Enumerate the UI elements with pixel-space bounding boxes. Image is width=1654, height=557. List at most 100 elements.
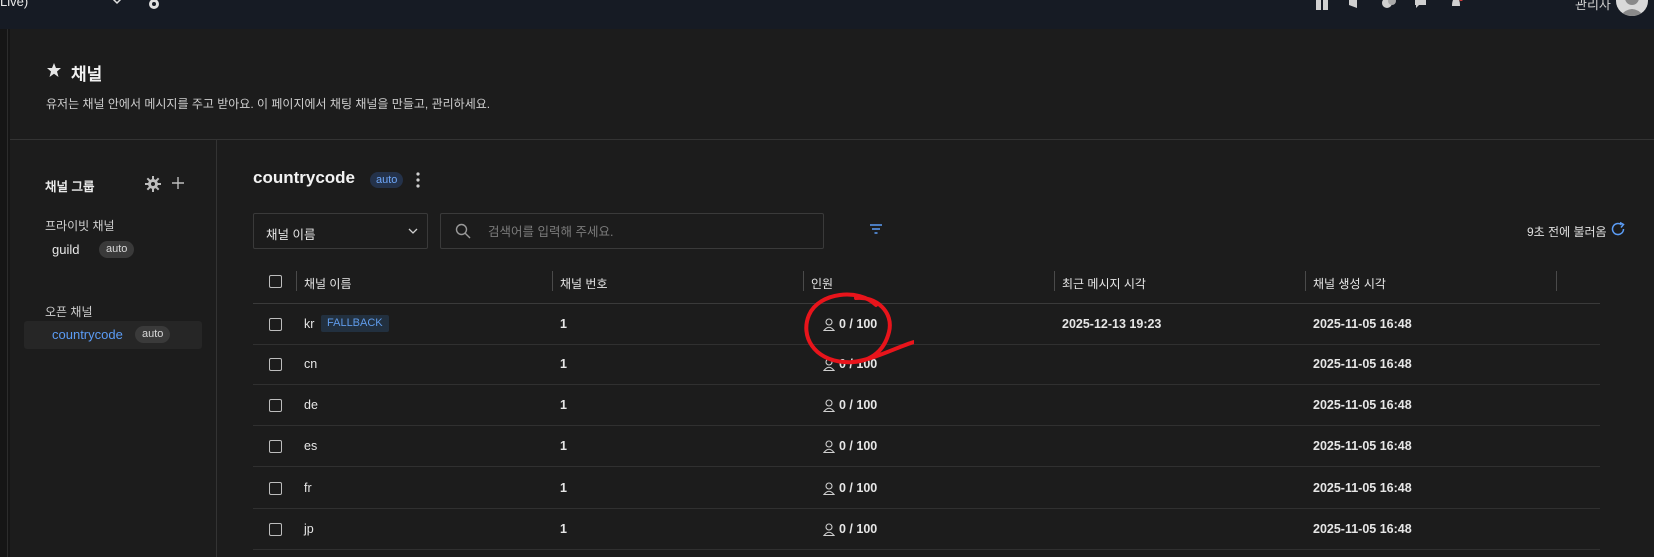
search-icon: [455, 223, 471, 239]
member-count: 0 / 100: [839, 481, 878, 495]
megaphone-icon[interactable]: [1347, 0, 1363, 10]
person-icon: [823, 523, 835, 536]
column-separator: [1305, 271, 1306, 291]
left-strip: [0, 29, 10, 557]
sidebar-item-guild[interactable]: guild auto: [24, 236, 202, 264]
channel-number: 1: [560, 522, 567, 536]
table-row[interactable]: fr 1 0 / 100 2025-11-05 16:48: [253, 468, 1600, 509]
person-icon: [823, 318, 835, 331]
table-row[interactable]: jp 1 0 / 100 2025-11-05 16:48: [253, 509, 1600, 550]
column-separator: [1054, 271, 1055, 291]
bell-icon[interactable]: [1448, 0, 1464, 10]
member-count: 0 / 100: [839, 439, 878, 453]
channel-group-title: 채널 그룹: [45, 180, 95, 194]
chat-icon[interactable]: [1414, 0, 1430, 10]
column-separator: [1556, 271, 1557, 291]
table-header: 채널 이름 채널 번호 인원 최근 메시지 시각 채널 생성 시각: [253, 260, 1600, 304]
top-bar: Live) 관리자: [0, 0, 1654, 29]
row-checkbox[interactable]: [269, 318, 282, 331]
chevron-down-icon: [408, 228, 418, 234]
column-header-members[interactable]: 인원: [811, 275, 833, 292]
channel-name[interactable]: jp: [304, 522, 314, 536]
column-header-number[interactable]: 채널 번호: [560, 275, 608, 292]
channel-name[interactable]: kr: [304, 317, 314, 331]
created-time: 2025-11-05 16:48: [1313, 317, 1412, 331]
plus-icon[interactable]: [171, 176, 185, 190]
search-input[interactable]: [486, 222, 810, 242]
row-checkbox[interactable]: [269, 523, 282, 536]
created-time: 2025-11-05 16:48: [1313, 357, 1412, 371]
channel-name[interactable]: cn: [304, 357, 317, 371]
auto-badge: auto: [370, 172, 404, 188]
gear-icon[interactable]: [145, 176, 161, 192]
channel-number: 1: [560, 398, 567, 412]
column-separator: [552, 271, 553, 291]
coins-icon[interactable]: [1381, 0, 1397, 10]
auto-badge: auto: [99, 241, 135, 258]
environment-selector-label[interactable]: Live): [0, 0, 28, 9]
person-icon: [823, 440, 835, 453]
chevron-down-icon[interactable]: [112, 0, 122, 6]
created-time: 2025-11-05 16:48: [1313, 481, 1412, 495]
search-field-select[interactable]: 채널 이름: [253, 213, 428, 249]
channel-name[interactable]: fr: [304, 481, 312, 495]
row-checkbox[interactable]: [269, 440, 282, 453]
row-checkbox[interactable]: [269, 482, 282, 495]
search-box[interactable]: [440, 213, 824, 249]
channel-number: 1: [560, 357, 567, 371]
settings-gear-icon[interactable]: [146, 0, 162, 12]
gift-icon[interactable]: [1314, 0, 1330, 10]
table-row[interactable]: es 1 0 / 100 2025-11-05 16:48: [253, 426, 1600, 467]
person-icon: [823, 399, 835, 412]
table-row[interactable]: kr FALLBACK 1 0 / 100 2025-12-13 19:23 2…: [253, 304, 1600, 345]
select-value: 채널 이름: [266, 228, 316, 242]
table-row[interactable]: de 1 0 / 100 2025-11-05 16:48: [253, 385, 1600, 426]
column-header-name[interactable]: 채널 이름: [304, 275, 352, 292]
row-checkbox[interactable]: [269, 399, 282, 412]
last-loaded-text: 9초 전에 불러옴: [1527, 225, 1607, 239]
channel-name[interactable]: es: [304, 439, 317, 453]
auto-badge: auto: [135, 326, 171, 343]
user-name[interactable]: 관리자: [1575, 0, 1611, 13]
avatar[interactable]: [1616, 0, 1648, 16]
column-header-last-message[interactable]: 최근 메시지 시각: [1062, 275, 1146, 292]
column-separator: [296, 271, 297, 291]
row-checkbox[interactable]: [269, 358, 282, 371]
channel-list-panel: countrycode auto 채널 이름 9초 전에 불러옴 채널 이름 채…: [217, 140, 1654, 557]
person-icon: [823, 358, 835, 371]
filter-icon[interactable]: [869, 223, 883, 235]
created-time: 2025-11-05 16:48: [1313, 522, 1412, 536]
star-icon: [47, 63, 61, 77]
more-vertical-icon[interactable]: [414, 170, 422, 190]
user-avatar-icon: [1620, 0, 1644, 16]
last-message-time: 2025-12-13 19:23: [1062, 317, 1162, 331]
member-count: 0 / 100: [839, 398, 878, 412]
page-description: 유저는 채널 안에서 메시지를 주고 받아요. 이 페이지에서 채팅 채널을 만…: [46, 97, 491, 111]
channel-number: 1: [560, 481, 567, 495]
open-channel-section: 오픈 채널: [45, 305, 93, 319]
page-title: 채널: [71, 65, 103, 84]
divider: [7, 29, 8, 557]
column-separator: [803, 271, 804, 291]
fallback-badge: FALLBACK: [321, 315, 389, 332]
select-all-checkbox[interactable]: [269, 275, 282, 288]
sidebar-item-label: countrycode: [52, 327, 123, 342]
created-time: 2025-11-05 16:48: [1313, 439, 1412, 453]
member-count: 0 / 100: [839, 317, 878, 331]
channel-number: 1: [560, 317, 567, 331]
column-header-created[interactable]: 채널 생성 시각: [1313, 275, 1386, 292]
channel-group-heading: countrycode: [253, 168, 356, 187]
page-header: 채널 유저는 채널 안에서 메시지를 주고 받아요. 이 페이지에서 채팅 채널…: [10, 29, 1654, 140]
person-icon: [823, 482, 835, 495]
sidebar-item-countrycode[interactable]: countrycode auto: [24, 321, 202, 349]
channel-group-sidebar: 채널 그룹 프라이빗 채널 guild auto 오픈 채널 countryco…: [10, 140, 217, 557]
member-count: 0 / 100: [839, 522, 878, 536]
private-channel-section: 프라이빗 채널: [45, 219, 115, 233]
refresh-icon[interactable]: [1610, 221, 1626, 237]
channel-number: 1: [560, 439, 567, 453]
channel-name[interactable]: de: [304, 398, 318, 412]
member-count: 0 / 100: [839, 357, 878, 371]
sidebar-item-label: guild: [52, 242, 80, 257]
table-row[interactable]: cn 1 0 / 100 2025-11-05 16:48: [253, 344, 1600, 385]
created-time: 2025-11-05 16:48: [1313, 398, 1412, 412]
